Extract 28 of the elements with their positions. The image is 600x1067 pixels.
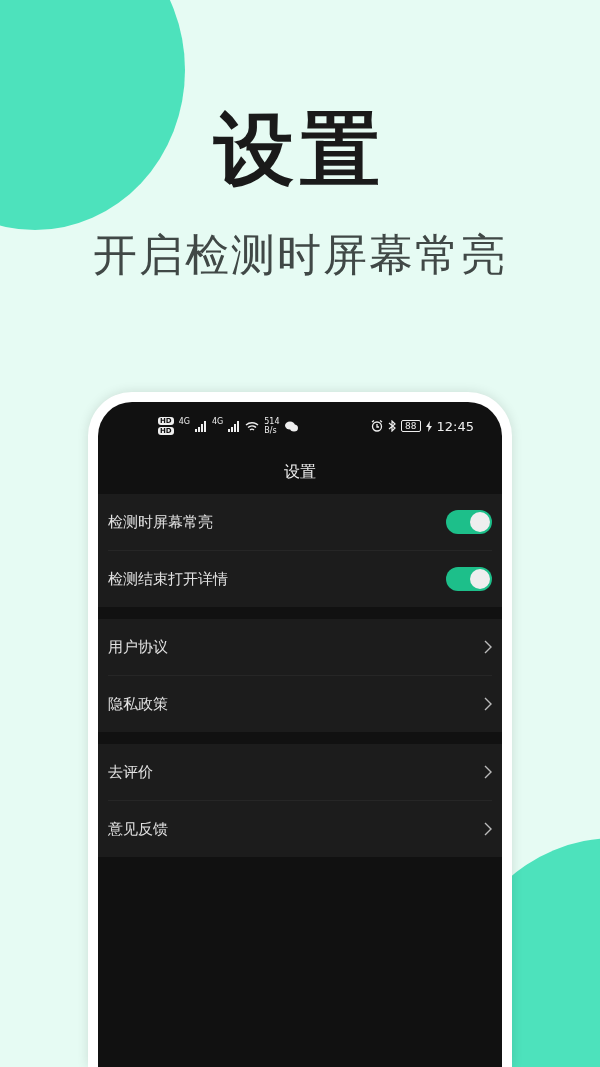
network-label: 4G: [211, 417, 224, 426]
setting-label: 检测时屏幕常亮: [108, 512, 213, 532]
chat-bubbles-icon: [284, 420, 298, 432]
signal-icon: [194, 420, 207, 432]
alarm-icon: [371, 420, 384, 432]
setting-label: 隐私政策: [108, 694, 168, 714]
chevron-right-icon[interactable]: [484, 640, 492, 654]
bluetooth-icon: [388, 420, 397, 432]
setting-label: 用户协议: [108, 637, 168, 657]
toggle-switch[interactable]: [446, 567, 492, 591]
screen-title: 设置: [284, 461, 316, 483]
battery-level: 88: [401, 420, 421, 432]
toggle-switch[interactable]: [446, 510, 492, 534]
hero-subtitle: 开启检测时屏幕常亮: [93, 228, 507, 282]
chevron-right-icon[interactable]: [484, 765, 492, 779]
signal-icon: [228, 420, 241, 432]
network-label: 4G: [178, 417, 190, 426]
speed-unit: B/s: [264, 426, 278, 435]
charging-icon: [425, 420, 432, 432]
setting-label: 意见反馈: [108, 819, 168, 839]
chevron-right-icon[interactable]: [484, 697, 492, 711]
clock-time: 12:45: [436, 418, 474, 434]
network-speed: 514: [264, 417, 280, 426]
setting-label: 检测结束打开详情: [108, 569, 228, 589]
hero-title: 设置: [214, 102, 386, 198]
chevron-right-icon[interactable]: [484, 822, 492, 836]
wifi-icon: [245, 420, 260, 432]
setting-label: 去评价: [108, 762, 153, 782]
